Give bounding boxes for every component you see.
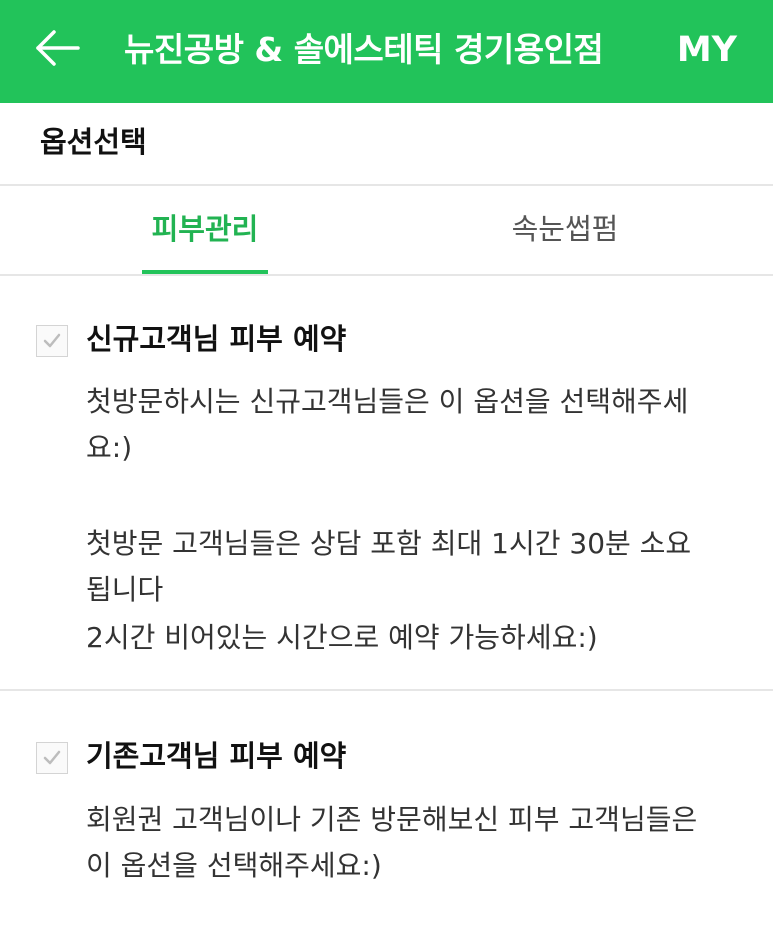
divider <box>0 274 773 276</box>
option-checkbox[interactable] <box>36 742 68 774</box>
page-title: 뉴진공방 & 솔에스테틱 경기용인점 <box>124 30 604 69</box>
my-button[interactable]: MY <box>677 26 737 74</box>
tab-skin-care[interactable]: 피부관리 <box>142 204 268 254</box>
option-description-line: 요:) <box>86 431 133 464</box>
option-description-line: 됩니다 <box>86 573 164 606</box>
option-description-line: 회원권 고객님이나 기존 방문해보신 피부 고객님들은 <box>86 803 698 836</box>
app-header: 뉴진공방 & 솔에스테틱 경기용인점 MY <box>0 0 773 103</box>
option-description-line: 첫방문 고객님들은 상담 포함 최대 1시간 30분 소요 <box>86 527 692 560</box>
divider <box>0 184 773 186</box>
back-button[interactable] <box>30 24 86 80</box>
checkmark-icon <box>43 333 61 348</box>
option-title: 기존고객님 피부 예약 <box>86 739 347 773</box>
checkmark-icon <box>43 750 61 765</box>
back-arrow-icon <box>36 30 80 66</box>
tab-eyelash-perm[interactable]: 속눈썹펌 <box>490 204 640 254</box>
option-checkbox[interactable] <box>36 325 68 357</box>
option-description-line: 이 옵션을 선택해주세요:) <box>86 849 382 882</box>
section-title: 옵션선택 <box>40 125 147 159</box>
option-title: 신규고객님 피부 예약 <box>86 322 347 356</box>
option-description-line: 2시간 비어있는 시간으로 예약 가능하세요:) <box>86 621 598 654</box>
divider <box>0 689 773 691</box>
option-description-line: 첫방문하시는 신규고객님들은 이 옵션을 선택해주세 <box>86 385 689 418</box>
